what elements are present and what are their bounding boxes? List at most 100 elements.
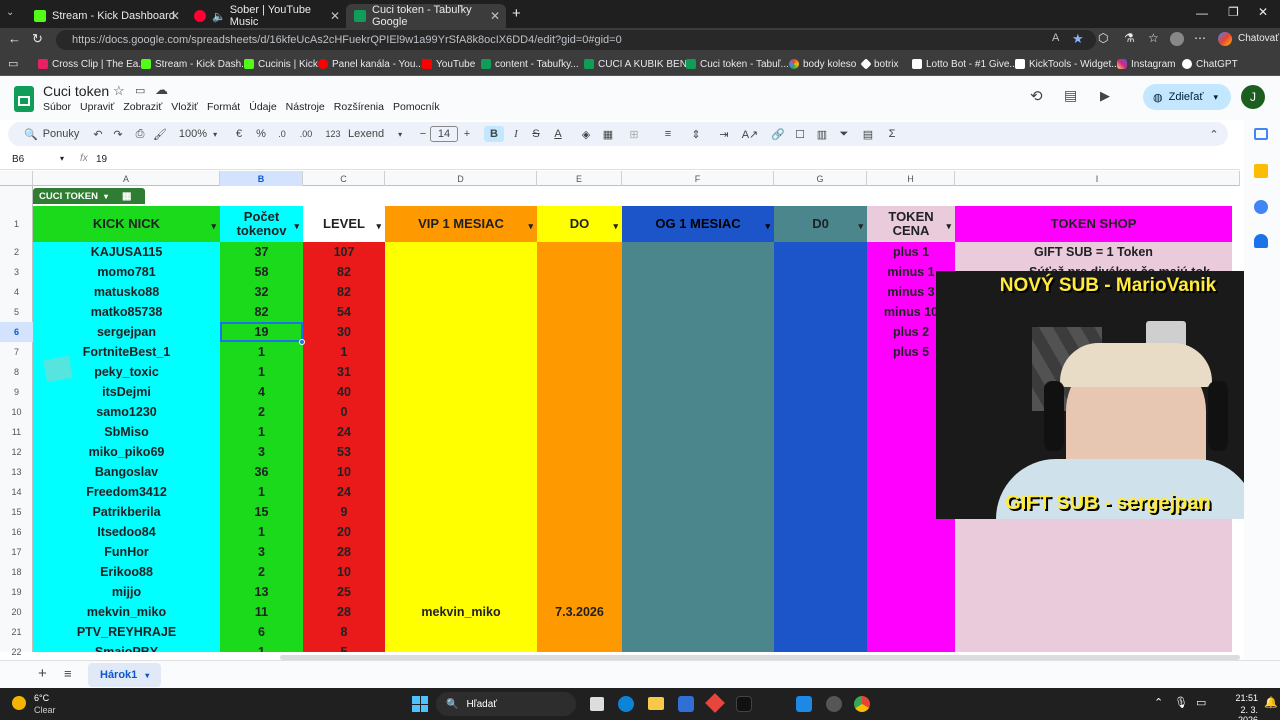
level-cell[interactable]: 28 — [303, 542, 385, 562]
tokens-cell[interactable]: 1 — [220, 522, 303, 542]
column-menu-icon[interactable]: ▾ — [528, 219, 533, 233]
comment-icon[interactable]: ☐ — [792, 126, 808, 142]
level-cell[interactable]: 9 — [303, 502, 385, 522]
sheets-logo-icon[interactable] — [14, 86, 34, 112]
level-cell[interactable]: 8 — [303, 622, 385, 642]
account-avatar[interactable]: J — [1241, 85, 1265, 109]
level-cell[interactable]: 24 — [303, 482, 385, 502]
bookmark-item[interactable]: botrix — [860, 56, 898, 72]
strikethrough-button[interactable]: S — [528, 126, 544, 142]
tokens-cell[interactable]: 36 — [220, 462, 303, 482]
row-header[interactable]: 18 — [0, 562, 33, 582]
nick-cell[interactable]: SmajoPBY — [33, 642, 220, 652]
row-header[interactable]: 6 — [0, 322, 33, 342]
level-cell[interactable]: 53 — [303, 442, 385, 462]
tokens-cell[interactable]: 6 — [220, 622, 303, 642]
nick-cell[interactable]: FunHor — [33, 542, 220, 562]
undo-icon[interactable]: ↶ — [90, 126, 106, 142]
row-header[interactable]: 9 — [0, 382, 33, 402]
font-select[interactable]: Lexend ▾ — [348, 126, 408, 142]
maximize-button[interactable]: ❐ — [1228, 5, 1239, 19]
print-icon[interactable]: ⎙ — [132, 126, 148, 142]
bookmark-star-icon[interactable]: ★ — [1072, 31, 1084, 47]
vip-nick-cell[interactable]: mekvin_miko — [385, 602, 537, 622]
reload-icon[interactable]: ↻ — [32, 31, 43, 47]
row-header[interactable]: 7 — [0, 342, 33, 362]
level-cell[interactable]: 31 — [303, 362, 385, 382]
add-sheet-button[interactable]: + — [38, 665, 47, 682]
number-format-button[interactable]: 123 — [322, 126, 344, 142]
column-menu-icon[interactable]: ▾ — [765, 219, 770, 233]
chrome-icon[interactable] — [854, 696, 870, 712]
row-header[interactable]: 10 — [0, 402, 33, 422]
font-size-plus[interactable]: + — [460, 126, 474, 142]
decrease-decimal-button[interactable]: .0 — [274, 126, 290, 142]
browser-tab-youtube-music[interactable]: 🔈 Sober | YouTube Music ✕ — [186, 4, 346, 28]
currency-button[interactable]: € — [232, 126, 246, 142]
share-button[interactable]: ◍ Zdieľať ▾ — [1143, 84, 1231, 110]
select-all-corner[interactable] — [0, 171, 33, 186]
weather-temp[interactable]: 6°C — [34, 693, 49, 703]
column-menu-icon[interactable]: ▾ — [376, 219, 381, 233]
taskbar-search[interactable]: 🔍 Hľadať — [436, 692, 576, 716]
level-cell[interactable]: 10 — [303, 462, 385, 482]
horizontal-scrollbar[interactable] — [280, 655, 1240, 660]
tokens-cell[interactable]: 37 — [220, 242, 303, 262]
merge-cells-icon[interactable]: ⊞ — [622, 126, 646, 142]
nick-cell[interactable]: SbMiso — [33, 422, 220, 442]
document-title[interactable]: Cuci token — [43, 83, 109, 99]
bookmark-item[interactable]: Panel kanála - You... — [318, 56, 424, 72]
column-header-g[interactable]: G — [774, 171, 867, 186]
row-header[interactable]: 14 — [0, 482, 33, 502]
move-folder-icon[interactable]: ▭ — [135, 84, 145, 97]
header-d0[interactable]: D0 ▾ — [774, 206, 867, 242]
tokens-cell[interactable]: 1 — [220, 482, 303, 502]
header-pocet-tokenov[interactable]: Počet tokenov ▾ — [220, 206, 303, 242]
bookmark-item[interactable]: YouTube — [422, 56, 475, 72]
tiktok-icon[interactable] — [736, 696, 752, 712]
column-header-b[interactable]: B — [220, 171, 303, 186]
token-price-cell[interactable]: plus 1 — [867, 242, 955, 262]
nick-cell[interactable]: Erikoo88 — [33, 562, 220, 582]
level-cell[interactable]: 82 — [303, 262, 385, 282]
row-header[interactable]: 22 — [0, 642, 33, 662]
network-icon[interactable]: ▭ — [1196, 696, 1206, 709]
column-header-a[interactable]: A — [33, 171, 220, 186]
level-cell[interactable]: 5 — [303, 642, 385, 652]
bookmark-item[interactable]: Cross Clip | The Ea... — [38, 56, 147, 72]
row-header[interactable]: 17 — [0, 542, 33, 562]
text-rotation-icon[interactable]: A↗ — [738, 126, 762, 142]
close-window-button[interactable]: ✕ — [1258, 5, 1268, 19]
tokens-cell[interactable]: 4 — [220, 382, 303, 402]
font-size-minus[interactable]: − — [416, 126, 430, 142]
tokens-cell[interactable]: 11 — [220, 602, 303, 622]
history-icon[interactable]: ⟲ — [1030, 87, 1043, 105]
weather-moon-icon[interactable] — [12, 696, 26, 710]
paint-format-icon[interactable]: 🖌 — [152, 126, 168, 142]
bookmark-item[interactable]: content - Tabuľky... — [481, 56, 579, 72]
header-og[interactable]: OG 1 MESIAC ▾ — [622, 206, 774, 242]
menu-dots-icon[interactable]: ⋯ — [1194, 31, 1206, 45]
functions-icon[interactable]: Σ — [884, 126, 900, 142]
column-menu-icon[interactable]: ▾ — [613, 219, 618, 233]
menu-data[interactable]: Údaje — [249, 101, 276, 113]
level-cell[interactable]: 54 — [303, 302, 385, 322]
sheet-tab-harok1[interactable]: Hárok1 ▾ — [88, 663, 162, 687]
column-header-h[interactable]: H — [867, 171, 955, 186]
microphone-icon[interactable]: 🎙 — [1174, 696, 1188, 709]
minimize-button[interactable]: — — [1196, 6, 1208, 20]
row-header[interactable]: 4 — [0, 282, 33, 302]
copilot-icon[interactable] — [1218, 32, 1232, 46]
level-cell[interactable]: 25 — [303, 582, 385, 602]
file-explorer-icon[interactable] — [648, 697, 664, 710]
extension-icon[interactable]: ⬡ — [1098, 31, 1108, 45]
level-cell[interactable]: 82 — [303, 282, 385, 302]
weather-condition[interactable]: Clear — [34, 705, 56, 715]
nick-cell[interactable]: mekvin_miko — [33, 602, 220, 622]
menu-help[interactable]: Pomocník — [393, 101, 440, 113]
header-level[interactable]: LEVEL ▾ — [303, 206, 385, 242]
chat-button[interactable]: Chatovať — [1238, 33, 1279, 44]
row-header[interactable]: 8 — [0, 362, 33, 382]
bookmark-item[interactable]: Stream - Kick Dash... — [141, 56, 249, 72]
font-size-input[interactable]: 14 — [430, 126, 458, 142]
